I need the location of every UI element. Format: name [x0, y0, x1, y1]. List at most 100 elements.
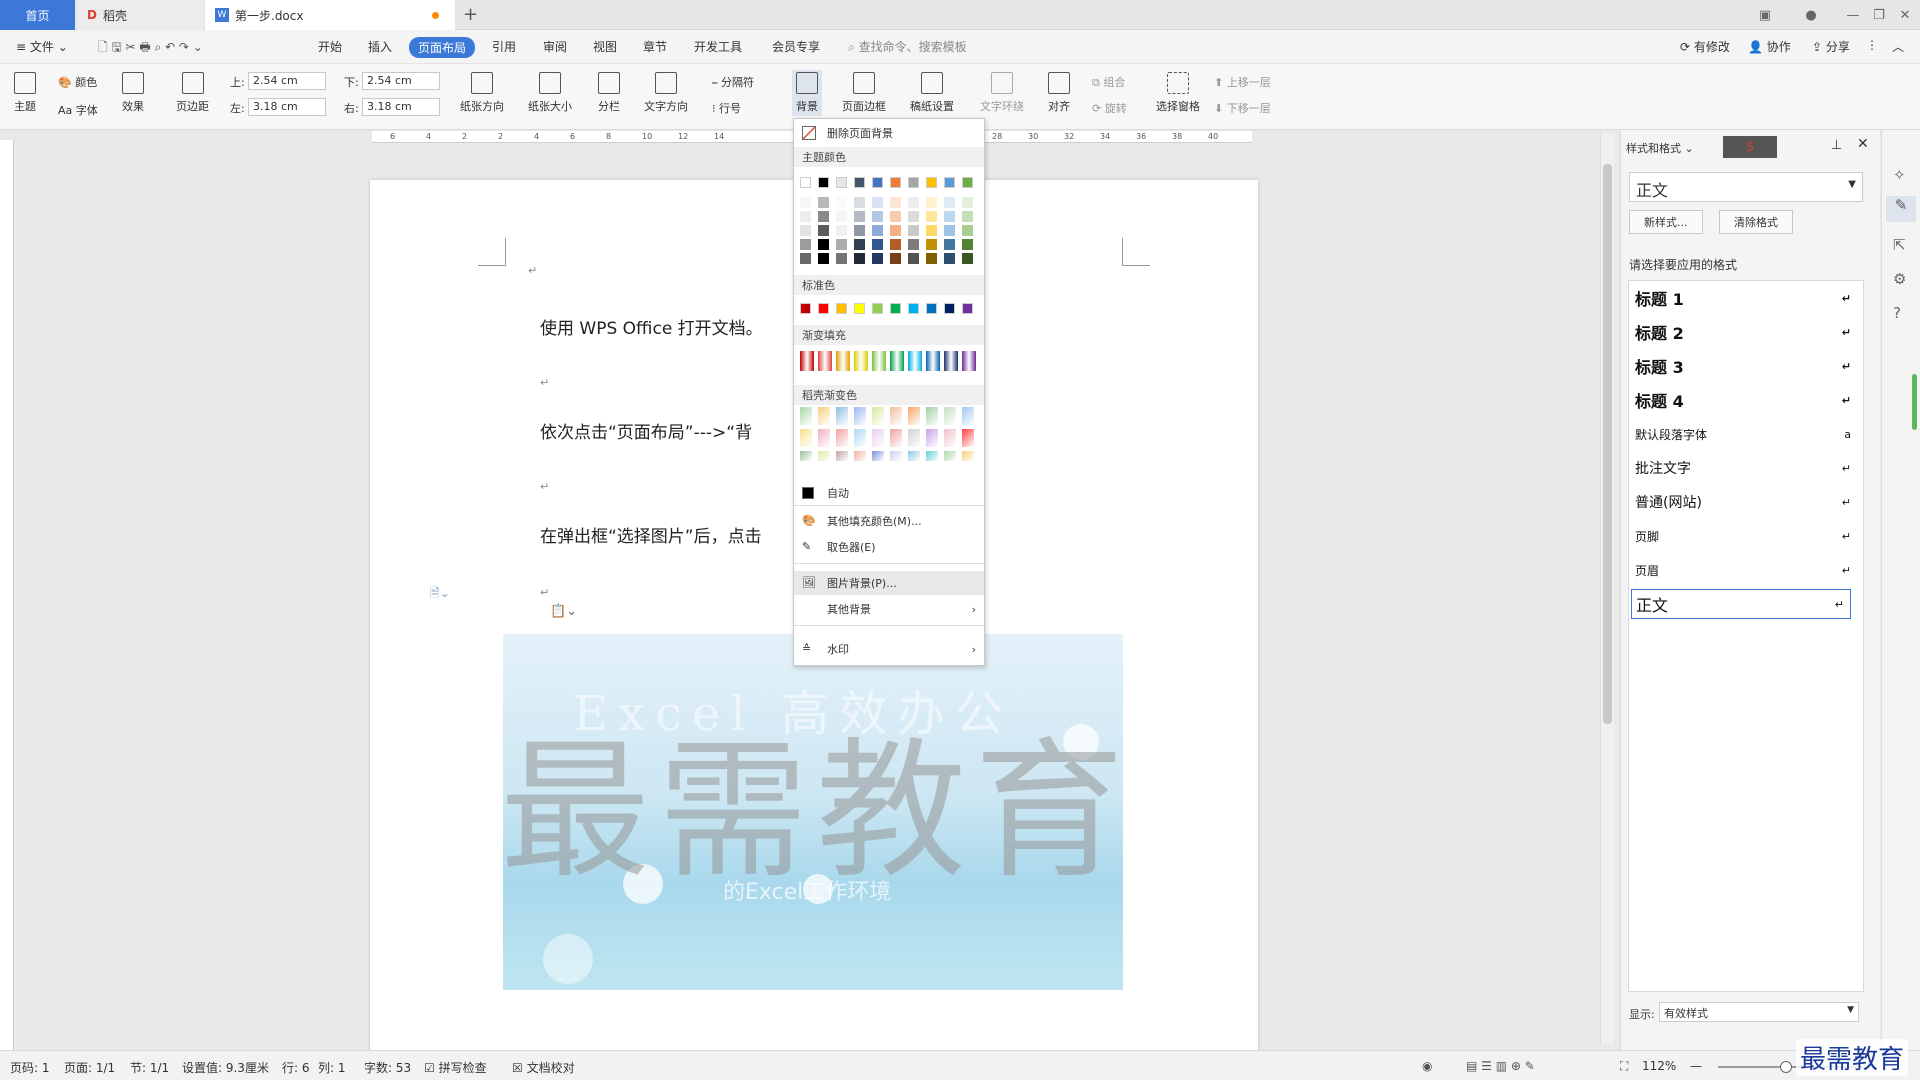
vertical-ruler[interactable]	[0, 140, 14, 1050]
help-icon[interactable]: ?	[1893, 304, 1901, 322]
color-swatch[interactable]	[908, 239, 919, 250]
page-border-button[interactable]: 页面边框	[842, 72, 886, 114]
color-swatch[interactable]	[908, 253, 919, 264]
select-pane-button[interactable]: 选择窗格	[1156, 72, 1200, 114]
color-swatch[interactable]	[908, 225, 919, 236]
color-swatch[interactable]	[926, 239, 937, 250]
new-style-button[interactable]: 新样式...	[1629, 210, 1703, 234]
gradient-swatch[interactable]	[962, 351, 976, 371]
color-swatch[interactable]	[854, 177, 865, 188]
new-tab-icon[interactable]: +	[463, 4, 478, 25]
daoke-gradient-swatch[interactable]	[908, 429, 920, 447]
collapse-ribbon-icon[interactable]: ︿	[1892, 38, 1904, 55]
gradient-swatch[interactable]	[890, 351, 904, 371]
doc-line-1[interactable]: 使用 WPS Office 打开文档。	[540, 314, 763, 339]
menu-insert[interactable]: 插入	[368, 38, 392, 55]
styles-panel-title[interactable]: 样式和格式 ⌄	[1626, 140, 1694, 156]
color-swatch[interactable]	[872, 303, 883, 314]
left-margin-input[interactable]: 3.18 cm	[248, 98, 326, 116]
color-swatch[interactable]	[836, 177, 847, 188]
status-words[interactable]: 字数: 53	[364, 1059, 411, 1076]
color-swatch[interactable]	[854, 197, 865, 208]
color-swatch[interactable]	[818, 225, 829, 236]
top-margin-input[interactable]: 2.54 cm	[248, 72, 326, 90]
color-swatch[interactable]	[926, 197, 937, 208]
color-swatch[interactable]	[818, 303, 829, 314]
style-item-footer[interactable]: 页脚 ↵	[1635, 521, 1857, 551]
style-item-comment[interactable]: 批注文字 ↵	[1635, 453, 1857, 483]
grid-paper-button[interactable]: 稿纸设置	[910, 72, 954, 114]
gradient-swatch[interactable]	[872, 351, 886, 371]
pin-icon[interactable]: ⊥	[1831, 138, 1842, 153]
view-mode-icons[interactable]: ▤ ☰ ▥ ⊕ ✎	[1466, 1059, 1535, 1073]
color-button[interactable]: 🎨 颜色	[58, 74, 97, 90]
scroll-indicator[interactable]	[1912, 374, 1917, 430]
theme-button[interactable]: 主题	[14, 72, 36, 114]
style-item-heading-3[interactable]: 标题 3 ↵	[1635, 351, 1857, 381]
gradient-swatch[interactable]	[854, 351, 868, 371]
group-button[interactable]: ⧉ 组合	[1092, 74, 1125, 90]
line-number-button[interactable]: ⁝ 行号	[712, 100, 741, 116]
menu-review[interactable]: 审阅	[543, 38, 567, 55]
daoke-gradient-swatch[interactable]	[944, 451, 956, 461]
status-pages[interactable]: 页面: 1/1	[64, 1059, 115, 1076]
style-item-body[interactable]: 正文 ↵	[1631, 589, 1851, 619]
color-swatch[interactable]	[818, 197, 829, 208]
color-swatch[interactable]	[944, 177, 955, 188]
clear-format-button[interactable]: 清除格式	[1719, 210, 1793, 234]
menu-page-layout[interactable]: 页面布局	[409, 37, 476, 58]
daoke-gradient-swatch[interactable]	[836, 407, 848, 425]
modified-button[interactable]: ⟳ 有修改	[1680, 38, 1730, 55]
window-layout-icon[interactable]: ▣	[1752, 5, 1778, 25]
send-backward-button[interactable]: ⬇ 下移一层	[1214, 100, 1271, 116]
file-menu[interactable]: ≡ 文件 ⌄	[16, 38, 68, 55]
daoke-gradient-swatch[interactable]	[800, 407, 812, 425]
color-swatch[interactable]	[800, 197, 811, 208]
daoke-gradient-swatch[interactable]	[818, 451, 830, 461]
status-col[interactable]: 列: 1	[318, 1059, 346, 1076]
color-swatch[interactable]	[944, 211, 955, 222]
more-fill-colors-item[interactable]: 🎨 其他填充颜色(M)...	[794, 509, 984, 533]
color-swatch[interactable]	[836, 225, 847, 236]
separator-button[interactable]: ⎯ 分隔符	[712, 74, 754, 90]
color-swatch[interactable]	[908, 197, 919, 208]
columns-button[interactable]: 分栏	[598, 72, 620, 114]
color-swatch[interactable]	[890, 177, 901, 188]
daoke-gradient-swatch[interactable]	[872, 407, 884, 425]
color-swatch[interactable]	[836, 197, 847, 208]
color-swatch[interactable]	[962, 211, 973, 222]
text-wrap-button[interactable]: 文字环绕	[980, 72, 1024, 114]
style-item-header[interactable]: 页眉 ↵	[1635, 555, 1857, 585]
color-swatch[interactable]	[818, 239, 829, 250]
color-swatch[interactable]	[962, 303, 973, 314]
color-swatch[interactable]	[944, 239, 955, 250]
color-swatch[interactable]	[854, 253, 865, 264]
current-style-select[interactable]: 正文 ▼	[1629, 172, 1863, 202]
settings-sliders-icon[interactable]: ⚙	[1893, 270, 1906, 288]
right-margin-input[interactable]: 3.18 cm	[362, 98, 440, 116]
orientation-button[interactable]: 纸张方向	[460, 72, 504, 114]
color-swatch[interactable]	[800, 303, 811, 314]
color-swatch[interactable]	[800, 225, 811, 236]
color-swatch[interactable]	[872, 197, 883, 208]
daoke-gradient-swatch[interactable]	[926, 429, 938, 447]
daoke-gradient-swatch[interactable]	[872, 451, 884, 461]
more-icon[interactable]: ⋮	[1866, 38, 1878, 52]
font-button[interactable]: Aa 字体	[58, 102, 98, 118]
color-swatch[interactable]	[800, 211, 811, 222]
daoke-gradient-swatch[interactable]	[800, 429, 812, 447]
daoke-gradient-swatch[interactable]	[908, 451, 920, 461]
collaborate-button[interactable]: 👤 协作	[1748, 38, 1791, 55]
share-button[interactable]: ⇪ 分享	[1812, 38, 1850, 55]
daoke-gradient-swatch[interactable]	[926, 407, 938, 425]
status-row[interactable]: 行: 6	[282, 1059, 310, 1076]
color-swatch[interactable]	[872, 177, 883, 188]
magic-icon[interactable]: ✧	[1893, 166, 1906, 184]
daoke-gradient-swatch[interactable]	[962, 429, 974, 447]
color-swatch[interactable]	[944, 253, 955, 264]
daoke-gradient-swatch[interactable]	[890, 429, 902, 447]
color-swatch[interactable]	[854, 239, 865, 250]
color-swatch[interactable]	[890, 303, 901, 314]
doc-line-3[interactable]: 在弹出框“选择图片”后，点击	[540, 522, 762, 547]
daoke-gradient-swatch[interactable]	[836, 429, 848, 447]
